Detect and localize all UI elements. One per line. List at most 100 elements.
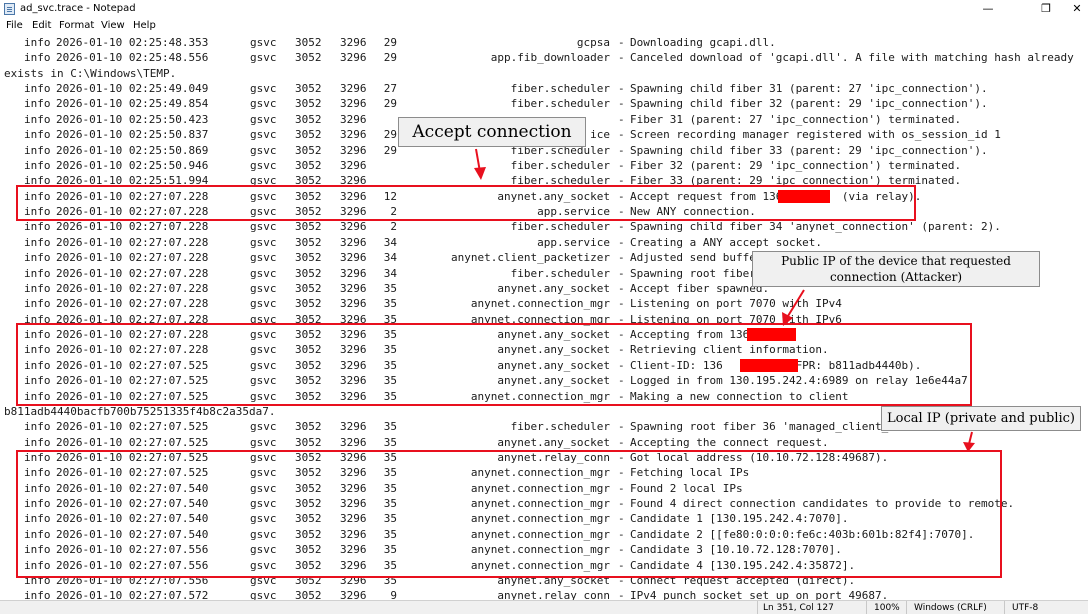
log-level: info [24,589,51,600]
log-pid: 3052 [295,266,322,280]
log-pid: 3052 [295,589,322,600]
log-process: gsvc [250,97,277,111]
arrow-accept-connection [474,148,486,180]
log-pid: 3052 [295,51,322,65]
log-dash: - [618,143,625,157]
status-separator [757,601,758,614]
log-process: gsvc [250,235,277,249]
log-message: Screen recording manager registered with… [630,128,1001,142]
log-source: app.fib_downloader [490,51,610,65]
log-level: info [24,235,51,249]
minimize-button[interactable]: — [968,0,1008,18]
log-level: info [24,82,51,96]
log-timestamp: 2026-01-10 02:25:49.854 [56,97,209,111]
status-line-endings: Windows (CRLF) [914,603,987,613]
callout-public-ip: Public IP of the device that requested c… [752,251,1040,287]
log-level: info [24,435,51,449]
highlight-local-ip [16,450,1002,578]
log-message: Fiber 32 (parent: 29 'ipc_connection') t… [630,158,962,172]
callout-accept-connection: Accept connection [398,117,586,147]
log-level: info [24,281,51,295]
menu-help[interactable]: Help [133,20,156,31]
menu-edit[interactable]: Edit [32,20,51,31]
log-fiber: 35 [383,435,397,449]
log-message: Listening on port 7070 with IPv4 [630,297,842,311]
close-button[interactable]: ✕ [1066,0,1088,18]
log-timestamp: 2026-01-10 02:27:07.228 [56,281,209,295]
menu-format[interactable]: Format [59,20,94,31]
status-encoding: UTF-8 [1012,603,1039,613]
log-source: fiber.scheduler [510,158,610,172]
log-fiber: 34 [383,266,397,280]
log-line: info 2026-01-10 02:25:50.946 gsvc 3052 3296 f… [0,158,1088,173]
callout-public-ip-line1: Public IP of the device that requested [781,254,1011,268]
log-process: gsvc [250,435,277,449]
log-dash: - [618,281,625,295]
menu-file[interactable]: File [6,20,23,31]
log-source: anynet.any_socket [497,281,610,295]
status-bar: Ln 351, Col 127 100% Windows (CRLF) UTF-… [0,600,1088,614]
log-tid: 3296 [340,112,367,126]
log-process: gsvc [250,112,277,126]
log-line: info 2026-01-10 02:27:07.228 gsvc 3052 3296 3… [0,235,1088,250]
highlight-accept-request [16,185,916,221]
log-process: gsvc [250,297,277,311]
log-fiber: 27 [383,82,397,96]
log-timestamp: 2026-01-10 02:25:50.946 [56,158,209,172]
log-dash: - [618,82,625,96]
log-timestamp: 2026-01-10 02:25:49.049 [56,82,209,96]
log-pid: 3052 [295,158,322,172]
menu-view[interactable]: View [101,20,125,31]
callout-local-ip: Local IP (private and public) [881,406,1081,431]
log-pid: 3052 [295,420,322,434]
window-title: ad_svc.trace - Notepad [20,3,136,14]
log-fiber: 2 [390,220,397,234]
log-timestamp: 2026-01-10 02:25:50.423 [56,112,209,126]
log-level: info [24,112,51,126]
log-dash: - [618,97,625,111]
log-dash: - [618,266,625,280]
log-process: gsvc [250,143,277,157]
log-level: info [24,97,51,111]
log-dash: - [618,220,625,234]
log-line: info 2026-01-10 02:25:48.353 gsvc 3052 3296 2… [0,35,1088,50]
log-source: fiber.scheduler [510,97,610,111]
log-source: fiber.scheduler [510,82,610,96]
status-separator [1004,601,1005,614]
log-source: app.service [537,235,610,249]
log-message: Creating a ANY accept socket. [630,235,823,249]
status-separator [906,601,907,614]
log-timestamp: 2026-01-10 02:27:07.228 [56,251,209,265]
log-message: Spawning child fiber 32 (parent: 29 'ipc… [630,97,988,111]
log-level: info [24,220,51,234]
log-pid: 3052 [295,235,322,249]
log-fiber: 29 [383,97,397,111]
log-pid: 3052 [295,112,322,126]
log-timestamp: 2026-01-10 02:27:07.525 [56,435,209,449]
log-message: IPv4 punch socket set up on port 49687. [630,589,889,600]
highlight-client-info [16,323,972,406]
log-process: gsvc [250,82,277,96]
log-pid: 3052 [295,128,322,142]
log-process: gsvc [250,281,277,295]
log-fiber: 29 [383,51,397,65]
log-process: gsvc [250,158,277,172]
log-process: gsvc [250,220,277,234]
log-dash: - [618,128,625,142]
log-timestamp: 2026-01-10 02:27:07.525 [56,420,209,434]
log-line: exists in C:\Windows\TEMP. [0,66,1088,81]
log-fiber: 29 [383,143,397,157]
log-level: info [24,143,51,157]
log-line: info 2026-01-10 02:25:48.556 gsvc 3052 3296 2… [0,50,1088,65]
log-message: Spawning child fiber 34 'anynet_connecti… [630,220,1001,234]
log-pid: 3052 [295,220,322,234]
log-pid: 3052 [295,435,322,449]
status-zoom: 100% [874,603,900,613]
log-source: anynet.relay_conn [497,589,610,600]
log-fiber: 35 [383,297,397,311]
log-process: gsvc [250,589,277,600]
log-wrapped-text: b811adb4440bacfb700b75251335f4b8c2a35da7… [4,404,276,418]
log-process: gsvc [250,36,277,49]
maximize-button[interactable]: ❐ [1026,0,1066,18]
title-bar: ad_svc.trace - Notepad — ❐ ✕ [0,0,1088,18]
